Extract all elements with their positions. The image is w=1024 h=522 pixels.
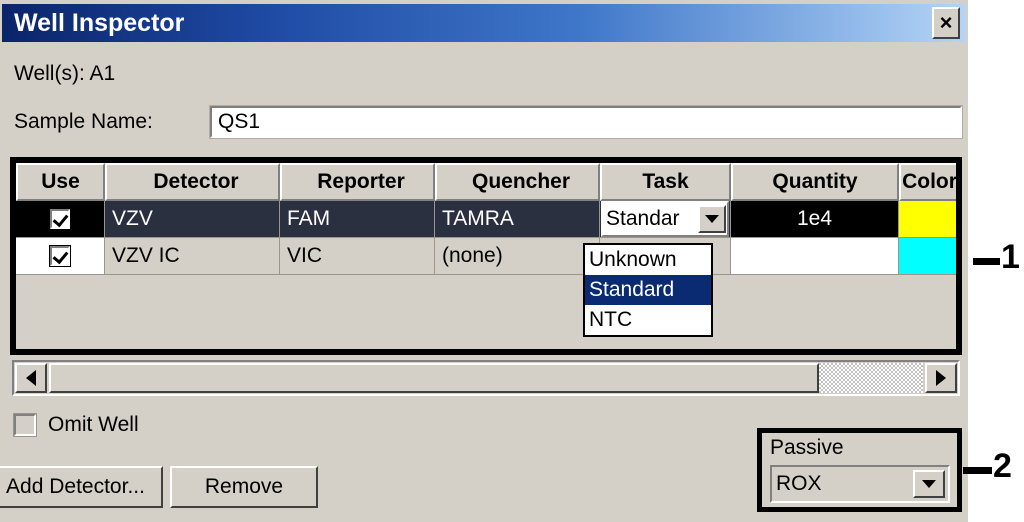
reporter-cell[interactable]: VIC [280,238,435,275]
task-combobox[interactable]: Standar [601,201,729,237]
passive-label: Passive [770,436,844,459]
scrollbar-thumb[interactable] [49,363,819,393]
color-cell[interactable] [899,201,956,238]
detector-table-grid: Use Detector Reporter Quencher Task Quan… [16,163,956,275]
color-swatch-yellow [899,201,956,237]
omit-well-checkbox[interactable] [13,413,37,437]
task-option-standard[interactable]: Standard [585,275,711,305]
sample-name-value: QS1 [218,110,261,133]
annotation-number-1: 1 [1001,238,1020,276]
sample-name-input[interactable]: QS1 [209,105,963,139]
use-checkbox[interactable] [49,208,71,230]
passive-value: ROX [776,472,822,495]
use-cell [16,238,105,275]
task-option-ntc[interactable]: NTC [585,305,711,335]
task-option-unknown[interactable]: Unknown [585,245,711,275]
quencher-cell[interactable]: TAMRA [435,201,600,238]
column-header-quencher[interactable]: Quencher [435,163,600,201]
sample-name-label: Sample Name: [14,110,153,133]
column-header-task[interactable]: Task [600,163,731,201]
close-icon[interactable]: × [932,7,960,39]
annotation-leader-line-1 [973,258,1000,265]
quencher-cell[interactable]: (none) [435,238,600,275]
table-header-row: Use Detector Reporter Quencher Task Quan… [16,163,956,201]
task-dropdown-list[interactable]: Unknown Standard NTC [583,243,713,337]
quantity-cell[interactable]: 1e4 [731,201,899,238]
column-header-color[interactable]: Color [899,163,956,201]
window-title: Well Inspector [14,8,185,37]
omit-well-row[interactable]: Omit Well [13,413,139,437]
add-detector-button[interactable]: Add Detector... [0,466,163,508]
title-bar: Well Inspector × [2,4,966,42]
reporter-cell[interactable]: FAM [280,201,435,238]
horizontal-scrollbar[interactable] [12,360,960,396]
quantity-cell[interactable] [731,238,899,275]
column-header-use[interactable]: Use [16,163,105,201]
detector-table: Use Detector Reporter Quencher Task Quan… [10,157,962,355]
remove-button[interactable]: Remove [170,466,318,508]
task-value: Standar [606,207,680,230]
screenshot-root: Well Inspector × Well(s): A1 Sample Name… [0,0,1024,522]
table-row[interactable]: VZV IC VIC (none) [16,238,956,275]
column-header-quantity[interactable]: Quantity [731,163,899,201]
color-swatch-cyan [899,238,956,274]
use-checkbox[interactable] [49,245,71,267]
column-header-detector[interactable]: Detector [105,163,280,201]
annotation-number-2: 2 [993,447,1012,485]
wells-label: Well(s): A1 [14,62,116,85]
scroll-right-arrow-icon[interactable] [925,363,957,393]
scroll-left-arrow-icon[interactable] [15,363,47,393]
passive-combobox[interactable]: ROX [770,465,950,503]
chevron-down-icon[interactable] [698,205,726,233]
detector-cell[interactable]: VZV IC [105,238,280,275]
scrollbar-trough[interactable] [49,363,923,393]
task-cell: Standar [600,201,731,238]
column-header-reporter[interactable]: Reporter [280,163,435,201]
chevron-down-icon[interactable] [913,470,945,498]
passive-group: Passive ROX [757,428,962,512]
annotation-leader-line-2 [963,467,992,474]
color-cell[interactable] [899,238,956,275]
omit-well-label: Omit Well [48,413,139,436]
detector-cell[interactable]: VZV [105,201,280,238]
use-cell [16,201,105,238]
well-inspector-dialog: Well Inspector × Well(s): A1 Sample Name… [0,0,968,522]
table-row[interactable]: VZV FAM TAMRA Standar 1e4 [16,201,956,238]
